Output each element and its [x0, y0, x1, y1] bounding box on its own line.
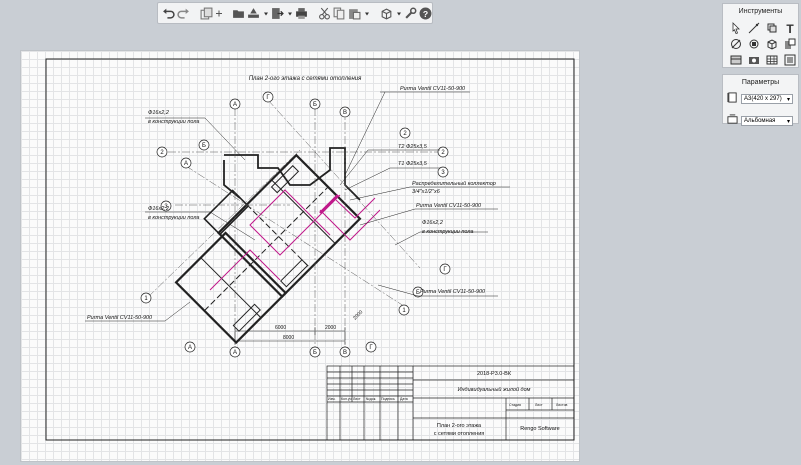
svg-text:6000: 6000	[275, 325, 286, 331]
svg-text:2018-Р3.0-ВК: 2018-Р3.0-ВК	[477, 371, 512, 377]
orientation-select[interactable]: Альбомная ▾	[741, 116, 793, 126]
svg-text:Дата: Дата	[400, 397, 408, 401]
dimension-texts: 6000 2000 8000 2000	[275, 309, 364, 341]
svg-text:Лист: Лист	[535, 403, 543, 407]
svg-text:в конструкции пола: в конструкции пола	[148, 119, 200, 125]
axis-markers: А Б В Г 2 Б А 3 2 2 3 Г Б 1 1 А А Б В Г	[140, 91, 451, 358]
hatch-icon[interactable]	[728, 37, 744, 51]
params-panel-title: Параметры	[741, 79, 780, 86]
drawing-title: План 2-ого этажа с сетями отопления	[249, 76, 362, 82]
building-plan	[174, 147, 362, 345]
svg-text:Изм.: Изм.	[328, 397, 336, 401]
orientation-value: Альбомная	[744, 118, 776, 124]
cursor-icon[interactable]	[728, 21, 744, 35]
svg-text:В: В	[343, 350, 347, 356]
section-icon[interactable]	[728, 53, 744, 67]
sheet-size-select[interactable]: A3(420 x 297) ▾	[741, 94, 793, 104]
svg-text:План 2-ого этажа: План 2-ого этажа	[437, 423, 482, 429]
collector-pipe	[319, 194, 339, 214]
svg-text:А: А	[188, 345, 192, 351]
svg-text:Purma Ventil CV11-50-900: Purma Ventil CV11-50-900	[416, 203, 482, 209]
axis-lines	[147, 99, 440, 348]
text-icon[interactable]: T	[782, 21, 798, 35]
svg-text:T: T	[786, 22, 794, 34]
svg-text:Кол.уч: Кол.уч	[341, 397, 352, 401]
table-icon[interactable]	[764, 53, 780, 67]
svg-text:в конструкции пола: в конструкции пола	[148, 215, 200, 221]
line-icon[interactable]	[746, 21, 762, 35]
svg-text:Purma Ventil CV11-50-900: Purma Ventil CV11-50-900	[400, 86, 466, 92]
shape-icon[interactable]	[782, 37, 798, 51]
sheet-frame	[45, 58, 575, 441]
svg-text:Rengo Software: Rengo Software	[520, 426, 559, 432]
svg-text:Ф16х2,2: Ф16х2,2	[148, 110, 169, 116]
svg-text:Purma Ventil CV11-50-900: Purma Ventil CV11-50-900	[87, 315, 153, 321]
svg-text:Лист: Лист	[353, 397, 361, 401]
svg-text:Распределительный коллектор: Распределительный коллектор	[412, 180, 496, 187]
params-panel: Параметры A3(420 x 297) ▾ Альбомная ▾	[722, 74, 799, 126]
svg-text:Т1 Ф25х3,5: Т1 Ф25х3,5	[398, 161, 428, 167]
svg-text:Т2 Ф25х3,5: Т2 Ф25х3,5	[398, 144, 428, 150]
svg-text:А: А	[233, 350, 237, 356]
svg-text:с сетями отопления: с сетями отопления	[434, 431, 485, 437]
chevron-down-icon: ▾	[786, 96, 790, 103]
svg-text:А: А	[233, 102, 237, 108]
svg-text:Б: Б	[202, 143, 206, 149]
svg-text:Подпись: Подпись	[381, 397, 395, 401]
rectangle-icon[interactable]	[764, 21, 780, 35]
svg-text:А: А	[184, 161, 188, 167]
svg-text:2000: 2000	[325, 325, 336, 331]
list-icon[interactable]	[782, 53, 798, 67]
svg-text:в конструкции пола: в конструкции пола	[422, 229, 474, 235]
chevron-down-icon: ▾	[786, 118, 790, 125]
svg-text:Purma Ventil CV11-50-900: Purma Ventil CV11-50-900	[420, 289, 486, 295]
sheet-size-icon	[727, 90, 738, 108]
svg-text:Ф16х2,2: Ф16х2,2	[422, 220, 443, 226]
orientation-icon	[727, 112, 738, 130]
tools-panel-title: Инструменты	[738, 8, 783, 15]
svg-text:Ф16х2,2: Ф16х2,2	[148, 206, 169, 212]
svg-text:Б: Б	[313, 350, 317, 356]
tools-panel: Инструменты T	[722, 3, 799, 68]
rotate-icon[interactable]	[746, 37, 762, 51]
svg-text:№док.: №док.	[366, 397, 376, 401]
svg-text:В: В	[343, 110, 347, 116]
drawing-canvas: План 2-ого этажа с сетями отопления А Б …	[45, 58, 575, 441]
radiator-left	[232, 303, 261, 332]
svg-text:3/4"х1/2"х6: 3/4"х1/2"х6	[412, 189, 441, 195]
svg-text:Б: Б	[313, 102, 317, 108]
svg-text:2000: 2000	[352, 309, 364, 321]
radiator-bottom	[280, 259, 309, 288]
box-icon[interactable]	[764, 37, 780, 51]
svg-text:Листов: Листов	[556, 403, 568, 407]
svg-text:Индивидуальный жилой дом: Индивидуальный жилой дом	[458, 386, 531, 393]
svg-text:8000: 8000	[283, 335, 294, 341]
svg-text:Стадия: Стадия	[509, 403, 521, 407]
sheet-size-value: A3(420 x 297)	[744, 96, 782, 102]
stamp-icon[interactable]	[746, 53, 762, 67]
